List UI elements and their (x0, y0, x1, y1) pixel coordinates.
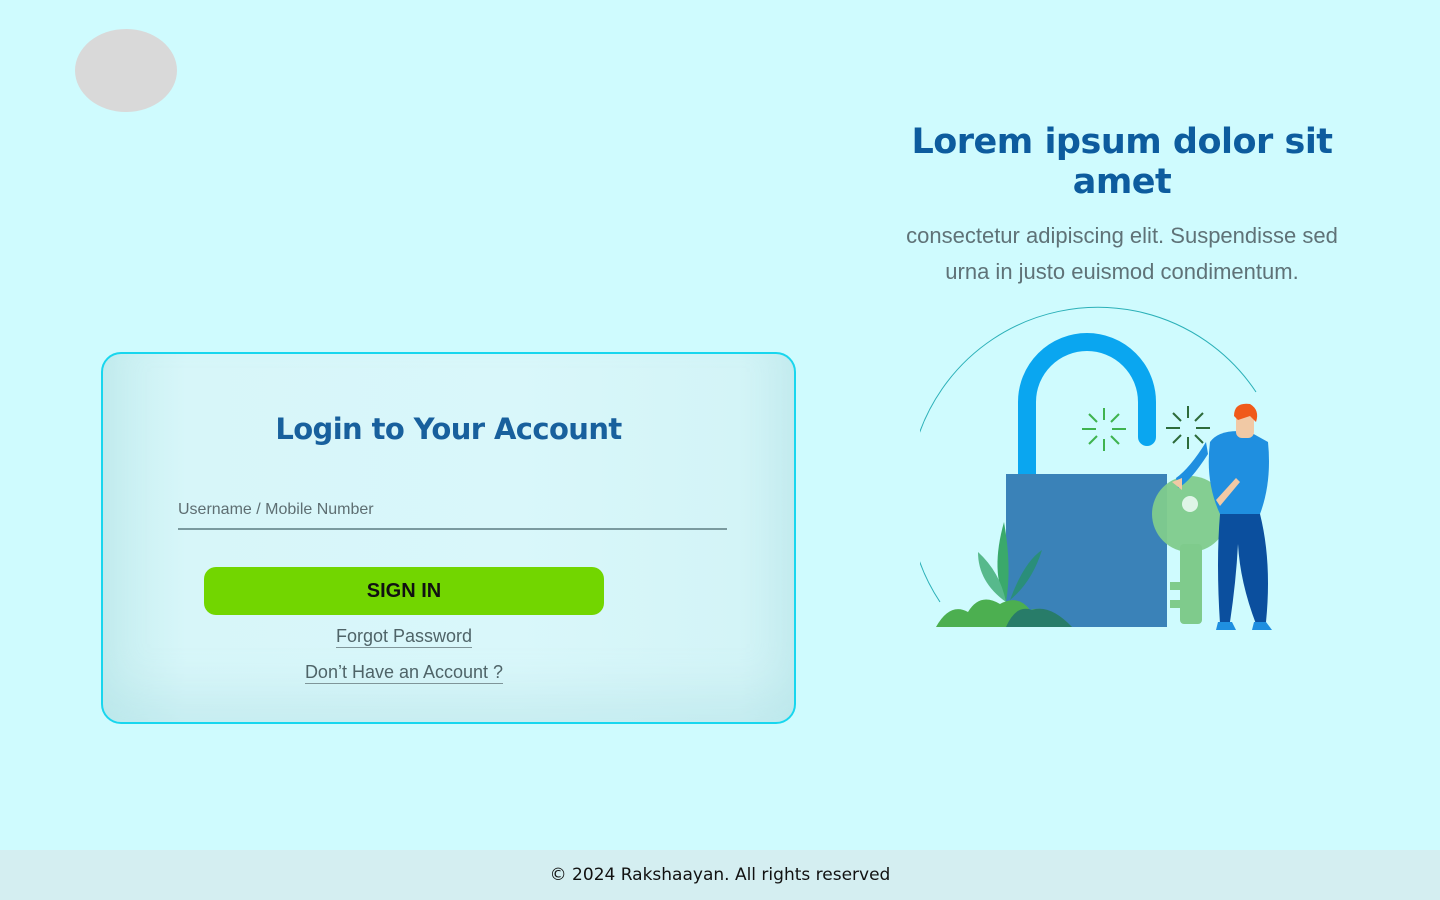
register-row: Don’t Have an Account ? (103, 662, 705, 684)
padlock-body-icon (1006, 474, 1167, 627)
sparkle-icon (1082, 408, 1126, 451)
hero-title: Lorem ipsum dolor sit amet (911, 122, 1333, 202)
hero-subtitle-line1: consectetur adipiscing elit. Suspendisse… (906, 223, 1338, 248)
forgot-password-link[interactable]: Forgot Password (335, 626, 473, 648)
username-input[interactable] (178, 492, 727, 534)
sparkle-icon (1166, 406, 1210, 449)
login-title: Login to Your Account (275, 412, 622, 446)
padlock-shackle-icon (1018, 333, 1156, 491)
username-field-wrapper (178, 492, 727, 534)
footer: © 2024 Rakshaayan. All rights reserved (0, 850, 1440, 900)
hero-subtitle-line2: urna in justo euismod condimentum. (945, 259, 1299, 284)
logo[interactable] (75, 29, 177, 112)
hero-section: Lorem ipsum dolor sit amet consectetur a… (862, 122, 1382, 290)
security-illustration (920, 306, 1272, 630)
login-card: Login to Your Account SIGN IN Forgot Pas… (101, 352, 796, 724)
hero-subtitle: consectetur adipiscing elit. Suspendisse… (862, 218, 1382, 290)
register-link[interactable]: Don’t Have an Account ? (304, 662, 504, 684)
sign-in-button[interactable]: SIGN IN (204, 567, 604, 615)
copyright-text: © 2024 Rakshaayan. All rights reserved (549, 865, 891, 885)
forgot-password-row: Forgot Password (103, 626, 705, 648)
